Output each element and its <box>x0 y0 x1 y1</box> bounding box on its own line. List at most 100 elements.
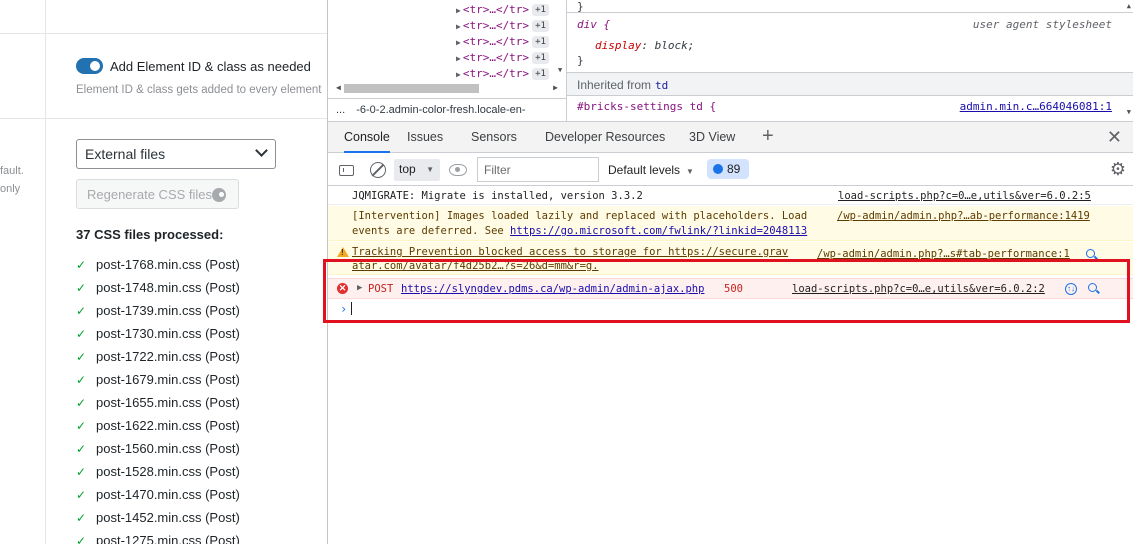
css-file-item: ✓ post-1730.min.css (Post) <box>76 325 240 348</box>
filter-input[interactable] <box>477 157 599 182</box>
select-value: External files <box>85 146 166 162</box>
dom-horizontal-scrollbar[interactable]: ◀ ▶ <box>336 83 558 94</box>
message-source-link[interactable]: load-scripts.php?c=0…e,utils&ver=6.0.2:5 <box>838 189 1091 204</box>
dom-node-row[interactable]: ▶ <tr>…</tr> +1 <box>456 66 549 82</box>
message-text[interactable]: Tracking Prevention blocked access to st… <box>352 245 788 260</box>
dom-node-tag[interactable]: <tr>…</tr> <box>463 67 529 80</box>
scroll-down-icon[interactable]: ▼ <box>1127 108 1131 116</box>
message-source-link[interactable]: /wp-admin/admin.php?…ab-performance:1419 <box>837 209 1090 224</box>
css-file-name: post-1470.min.css (Post) <box>96 487 240 502</box>
context-selector[interactable]: top ▼ <box>394 159 440 181</box>
section-divider <box>45 0 46 544</box>
css-file-name: post-1452.min.css (Post) <box>96 510 240 525</box>
css-file-item: ✓ post-1655.min.css (Post) <box>76 394 240 417</box>
settings-page: Add Element ID & class as needed Element… <box>0 0 327 544</box>
log-levels-dropdown[interactable]: Default levels ▼ <box>608 163 694 177</box>
message-count-badge[interactable]: 89 <box>707 159 749 179</box>
css-file-name: post-1768.min.css (Post) <box>96 257 240 272</box>
dropdown-arrow-icon: ▼ <box>426 165 434 174</box>
inherited-element-link[interactable]: td <box>655 79 668 92</box>
expand-arrow-icon[interactable]: ▶ <box>456 38 461 47</box>
scroll-down-icon[interactable]: ▼ <box>558 66 562 74</box>
console-toolbar: top ▼ Default levels ▼ 89 ⚙ <box>328 153 1133 186</box>
checkmark-icon: ✓ <box>76 304 87 318</box>
expand-arrow-icon[interactable]: ▶ <box>456 22 461 31</box>
css-file-name: post-1528.min.css (Post) <box>96 464 240 479</box>
css-file-item: ✓ post-1739.min.css (Post) <box>76 302 240 325</box>
close-drawer-icon[interactable]: ✕ <box>1107 128 1122 146</box>
css-file-item: ✓ post-1748.min.css (Post) <box>76 279 240 302</box>
element-id-toggle[interactable] <box>76 58 103 74</box>
dom-node-tag[interactable]: <tr>…</tr> <box>463 35 529 48</box>
style-declaration[interactable]: display: block; <box>595 39 694 52</box>
tab-developer-resources[interactable]: Developer Resources <box>545 122 665 153</box>
expand-arrow-icon[interactable]: ▶ <box>456 54 461 63</box>
regenerate-css-button[interactable]: Regenerate CSS files <box>76 179 239 209</box>
node-badge[interactable]: +1 <box>532 20 549 32</box>
dom-node-row[interactable]: ▶ <tr>…</tr> +1 <box>456 50 549 66</box>
property-name[interactable]: display <box>595 39 641 52</box>
css-file-name: post-1739.min.css (Post) <box>96 303 240 318</box>
breadcrumb[interactable]: ... -6-0-2.admin-color-fresh.locale-en- <box>328 98 566 121</box>
node-badge[interactable]: +1 <box>532 4 549 16</box>
node-badge[interactable]: +1 <box>532 52 549 64</box>
node-badge[interactable]: +1 <box>532 36 549 48</box>
checkmark-icon: ✓ <box>76 327 87 341</box>
rule-source-link[interactable]: admin.min.c…664046081:1 <box>960 100 1112 113</box>
rule-selector[interactable]: #bricks-settings td { <box>577 100 716 113</box>
add-tab-icon[interactable]: + <box>762 125 774 147</box>
console-message: JQMIGRATE: Migrate is installed, version… <box>328 186 1133 205</box>
context-value: top <box>399 162 416 176</box>
checkmark-icon: ✓ <box>76 373 87 387</box>
scroll-up-icon[interactable]: ▲ <box>1127 2 1131 10</box>
warning-icon <box>337 247 349 257</box>
message-count: 89 <box>727 162 741 176</box>
css-file-item: ✓ post-1560.min.css (Post) <box>76 440 240 463</box>
sidebar-toggle-icon[interactable] <box>339 165 354 176</box>
console-settings-gear-icon[interactable]: ⚙ <box>1110 160 1126 178</box>
inherited-header: Inherited from td <box>567 72 1133 96</box>
checkmark-icon: ✓ <box>76 488 87 502</box>
tab-sensors[interactable]: Sensors <box>471 122 517 153</box>
css-file-name: post-1722.min.css (Post) <box>96 349 240 364</box>
dom-node-tag[interactable]: <tr>…</tr> <box>463 3 529 16</box>
property-value[interactable]: block; <box>655 39 695 52</box>
row-divider <box>0 118 327 119</box>
breadcrumb-overflow[interactable]: ... <box>336 104 345 116</box>
rule-selector[interactable]: div { <box>577 18 610 31</box>
tab-issues[interactable]: Issues <box>407 122 443 153</box>
breadcrumb-item[interactable]: -6-0-2.admin-color-fresh.locale-en- <box>356 104 525 116</box>
checkmark-icon: ✓ <box>76 396 87 410</box>
message-text: JQMIGRATE: Migrate is installed, version… <box>352 190 643 202</box>
clear-console-icon[interactable] <box>370 162 386 178</box>
css-loading-method-select[interactable]: External files <box>76 139 276 169</box>
dom-vertical-scrollbar[interactable]: ▼ <box>558 0 566 78</box>
checkmark-icon: ✓ <box>76 419 87 433</box>
inherited-label: Inherited from <box>577 78 652 92</box>
dom-node-row[interactable]: ▶ <tr>…</tr> +1 <box>456 34 549 50</box>
css-file-name: post-1560.min.css (Post) <box>96 441 240 456</box>
scroll-right-icon[interactable]: ▶ <box>553 83 558 92</box>
tab-3d-view[interactable]: 3D View <box>689 122 735 153</box>
tab-console[interactable]: Console <box>344 122 390 153</box>
css-file-item: ✓ post-1679.min.css (Post) <box>76 371 240 394</box>
node-badge[interactable]: +1 <box>532 68 549 80</box>
scroll-left-icon[interactable]: ◀ <box>336 83 341 92</box>
message-link[interactable]: https://go.microsoft.com/fwlink/?linkid=… <box>510 225 807 237</box>
dom-node-row[interactable]: ▶ <tr>…</tr> +1 <box>456 2 549 18</box>
css-file-item: ✓ post-1470.min.css (Post) <box>76 486 240 509</box>
rule-brace: } <box>577 54 584 67</box>
dom-node-tag[interactable]: <tr>…</tr> <box>463 19 529 32</box>
expand-arrow-icon[interactable]: ▶ <box>456 6 461 15</box>
dom-node-tag[interactable]: <tr>…</tr> <box>463 51 529 64</box>
scrollbar-thumb[interactable] <box>344 84 479 93</box>
toggle-label: Add Element ID & class as needed <box>110 59 311 74</box>
expand-arrow-icon[interactable]: ▶ <box>456 70 461 79</box>
css-file-name: post-1275.min.css (Post) <box>96 533 240 544</box>
dom-node-row[interactable]: ▶ <tr>…</tr> +1 <box>456 18 549 34</box>
css-file-name: post-1622.min.css (Post) <box>96 418 240 433</box>
search-icon[interactable] <box>1086 249 1095 258</box>
live-expression-eye-icon[interactable] <box>449 164 467 176</box>
message-text: events are deferred. See https://go.micr… <box>352 224 807 239</box>
console-output: JQMIGRATE: Migrate is installed, version… <box>328 186 1133 544</box>
